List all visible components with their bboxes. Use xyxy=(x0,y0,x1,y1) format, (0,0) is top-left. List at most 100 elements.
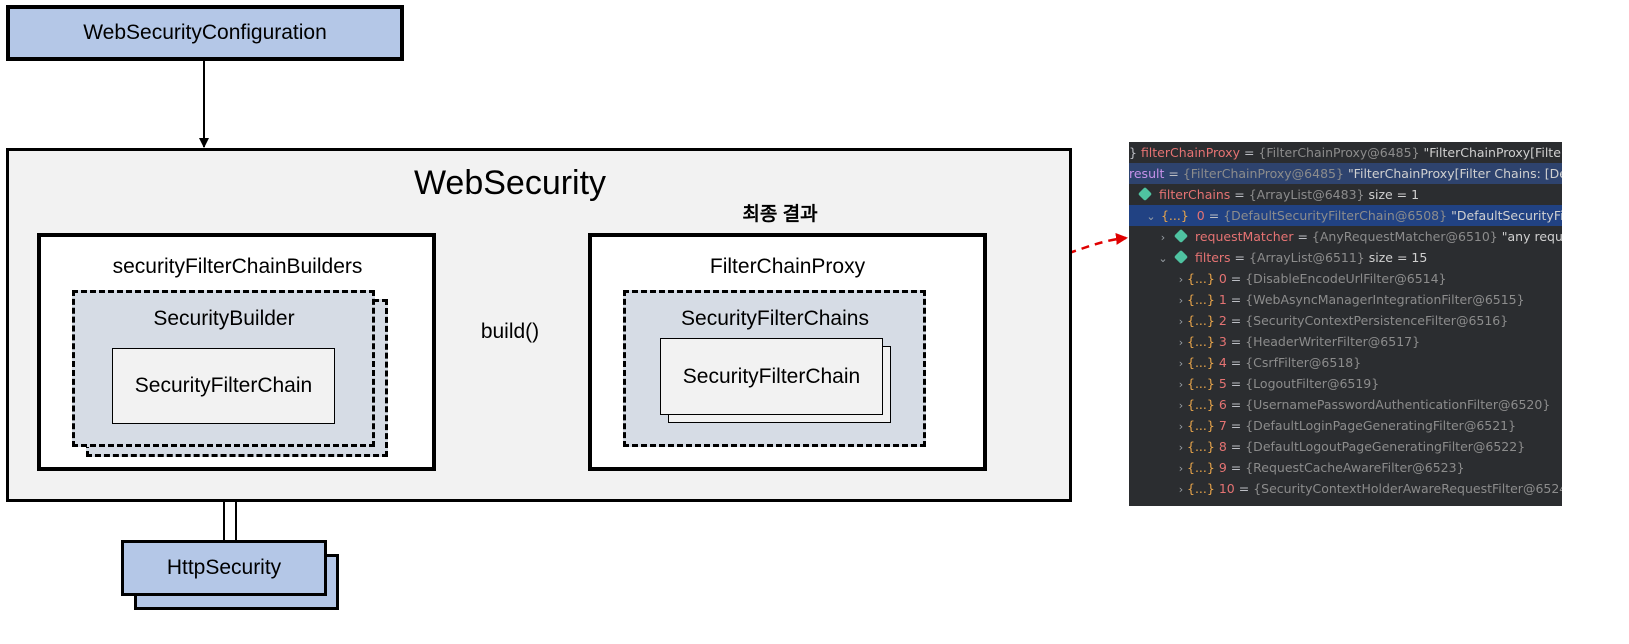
debugger-row-filter-item[interactable]: › {...} 4 = {CsrfFilter@6518} xyxy=(1129,352,1562,373)
security-builder-title: SecurityBuilder xyxy=(153,307,295,330)
variable-value: "FilterChainProxy[Filter Chains: [Defaul… xyxy=(1347,166,1562,181)
filter-index: 0 xyxy=(1218,271,1227,286)
object-brace-icon: {...} xyxy=(1187,271,1215,286)
debugger-row-filter-item[interactable]: › {...} 3 = {HeaderWriterFilter@6517} xyxy=(1129,331,1562,352)
equals-sign: = xyxy=(1230,313,1242,328)
variable-name: requestMatcher xyxy=(1194,229,1294,244)
variable-type: {DefaultSecurityFilterChain@6508} xyxy=(1223,208,1448,223)
filter-index: 9 xyxy=(1218,460,1227,475)
debugger-row-filters[interactable]: ⌄ filters = {ArrayList@6511} size = 15 xyxy=(1129,247,1562,268)
chevron-right-icon[interactable]: › xyxy=(1175,311,1187,332)
filter-type: {CsrfFilter@6518} xyxy=(1245,355,1362,370)
chevron-right-icon[interactable]: › xyxy=(1175,395,1187,416)
debugger-row-filter-item[interactable]: › {...} 10 = {SecurityContextHolderAwareRe… xyxy=(1129,478,1562,499)
debugger-row-filter-item[interactable]: › {...} 7 = {DefaultLoginPageGeneratingFil… xyxy=(1129,415,1562,436)
filter-type: {WebAsyncManagerIntegrationFilter@6515} xyxy=(1245,292,1525,307)
variable-name: result xyxy=(1129,166,1165,181)
row-prefix: } xyxy=(1129,145,1137,160)
final-result-label: 최종 결과 xyxy=(742,203,818,225)
chevron-down-icon[interactable]: ⌄ xyxy=(1157,248,1169,269)
object-brace-icon: {...} xyxy=(1187,355,1215,370)
field-tag-icon xyxy=(1173,228,1189,244)
field-tag-icon xyxy=(1137,186,1153,202)
debugger-row-filter-item[interactable]: › {...} 8 = {DefaultLogoutPageGeneratingFi… xyxy=(1129,436,1562,457)
filter-type: {UsernamePasswordAuthenticationFilter@65… xyxy=(1245,397,1551,412)
variable-name: filterChains xyxy=(1158,187,1231,202)
variable-type: {ArrayList@6483} xyxy=(1248,187,1365,202)
debugger-row-default-security-filter-chain[interactable]: ⌄ {...} 0 = {DefaultSecurityFilterChain@… xyxy=(1129,205,1562,226)
object-brace-icon: {...} xyxy=(1187,439,1215,454)
debugger-row-filter-item[interactable]: › {...} 0 = {DisableEncodeUrlFilter@6514} xyxy=(1129,268,1562,289)
web-security-configuration-label: WebSecurityConfiguration xyxy=(83,21,327,44)
chevron-right-icon[interactable]: › xyxy=(1175,437,1187,458)
variable-value: size = 15 xyxy=(1368,250,1428,265)
filter-index: 7 xyxy=(1218,418,1227,433)
object-brace-icon: {...} xyxy=(1160,208,1189,223)
object-brace-icon: {...} xyxy=(1187,460,1215,475)
variable-type: {AnyRequestMatcher@6510} xyxy=(1311,229,1498,244)
web-security-title: WebSecurity xyxy=(413,163,607,202)
equals-sign: = xyxy=(1230,355,1242,370)
chevron-right-icon[interactable]: › xyxy=(1175,269,1187,290)
security-filter-chain-left-label: SecurityFilterChain xyxy=(134,374,313,397)
chevron-right-icon[interactable]: › xyxy=(1157,227,1169,248)
chevron-right-icon[interactable]: › xyxy=(1175,416,1187,437)
web-security-configuration-box: WebSecurityConfiguration xyxy=(6,5,404,61)
equals-sign: = xyxy=(1168,166,1179,181)
equals-sign: = xyxy=(1243,145,1255,160)
variable-value: "DefaultSecurityFilterChain xyxy=(1451,208,1562,223)
security-filter-chains-title: SecurityFilterChains xyxy=(681,307,869,330)
build-label: build() xyxy=(480,320,540,343)
chevron-right-icon[interactable]: › xyxy=(1175,458,1187,479)
equals-sign: = xyxy=(1208,208,1220,223)
debugger-row-filter-item[interactable]: › {...} 9 = {RequestCacheAwareFilter@6523} xyxy=(1129,457,1562,478)
filter-index: 8 xyxy=(1218,439,1227,454)
equals-sign: = xyxy=(1234,187,1245,202)
debugger-row-filter-chains[interactable]: filterChains = {ArrayList@6483} size = 1 xyxy=(1129,184,1562,205)
variable-type: {FilterChainProxy@6485} xyxy=(1182,166,1344,181)
variable-type: {ArrayList@6511} xyxy=(1249,250,1365,265)
variable-name: 0 xyxy=(1196,208,1205,223)
chevron-right-icon[interactable]: › xyxy=(1175,353,1187,374)
security-filter-chain-builders-title: securityFilterChainBuilders xyxy=(112,255,363,278)
filter-index: 1 xyxy=(1218,292,1227,307)
security-filter-chain-right-label: SecurityFilterChain xyxy=(682,364,861,388)
debugger-row-filter-chain-proxy[interactable]: } filterChainProxy = {FilterChainProxy@6… xyxy=(1129,142,1562,163)
debugger-row-filter-item[interactable]: › {...} 5 = {LogoutFilter@6519} xyxy=(1129,373,1562,394)
debugger-row-filter-item[interactable]: › {...} 6 = {UsernamePasswordAuthenticatio… xyxy=(1129,394,1562,415)
object-brace-icon: {...} xyxy=(1187,397,1215,412)
variable-value: size = 1 xyxy=(1368,187,1420,202)
object-brace-icon: {...} xyxy=(1187,313,1215,328)
object-brace-icon: {...} xyxy=(1187,418,1215,433)
filter-index: 2 xyxy=(1218,313,1227,328)
equals-sign: = xyxy=(1230,376,1242,391)
filter-type: {SecurityContextHolderAwareRequestFilter… xyxy=(1253,481,1562,496)
chevron-right-icon[interactable]: › xyxy=(1175,332,1187,353)
debugger-row-request-matcher[interactable]: › requestMatcher = {AnyRequestMatcher@65… xyxy=(1129,226,1562,247)
equals-sign: = xyxy=(1230,292,1242,307)
chevron-right-icon[interactable]: › xyxy=(1175,374,1187,395)
chevron-down-icon[interactable]: ⌄ xyxy=(1145,206,1157,227)
debugger-row-result[interactable]: result = {FilterChainProxy@6485} "Filter… xyxy=(1129,163,1562,184)
debugger-row-filter-item[interactable]: › {...} 1 = {WebAsyncManagerIntegrationFil… xyxy=(1129,289,1562,310)
equals-sign: = xyxy=(1234,250,1246,265)
variable-type: {FilterChainProxy@6485} xyxy=(1258,145,1420,160)
field-tag-icon xyxy=(1173,249,1189,265)
filter-index: 5 xyxy=(1218,376,1227,391)
object-brace-icon: {...} xyxy=(1187,376,1215,391)
filter-type: {LogoutFilter@6519} xyxy=(1245,376,1380,391)
debugger-row-filter-item[interactable]: › {...} 2 = {SecurityContextPersistenceFil… xyxy=(1129,310,1562,331)
filter-type: {HeaderWriterFilter@6517} xyxy=(1245,334,1421,349)
security-filter-chain-right-box: SecurityFilterChain xyxy=(660,338,883,415)
object-brace-icon: {...} xyxy=(1187,481,1215,496)
chevron-right-icon[interactable]: › xyxy=(1175,479,1187,500)
filter-index: 10 xyxy=(1218,481,1235,496)
object-brace-icon: {...} xyxy=(1187,334,1215,349)
filter-type: {DefaultLogoutPageGeneratingFilter@6522} xyxy=(1245,439,1526,454)
filter-type: {DisableEncodeUrlFilter@6514} xyxy=(1245,271,1447,286)
filter-index: 6 xyxy=(1218,397,1227,412)
http-security-box: HttpSecurity xyxy=(121,540,327,596)
chevron-right-icon[interactable]: › xyxy=(1175,290,1187,311)
filter-type: {SecurityContextPersistenceFilter@6516} xyxy=(1245,313,1509,328)
filter-type: {RequestCacheAwareFilter@6523} xyxy=(1245,460,1465,475)
